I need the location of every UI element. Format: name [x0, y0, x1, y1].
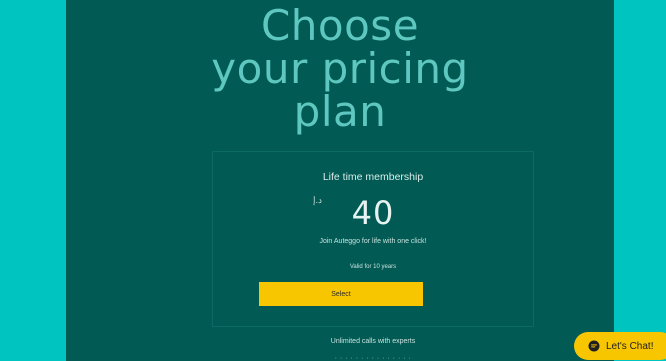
plan-tagline: Join Auteggo for life with one click! [319, 238, 427, 245]
pricing-card: Life time membership د.إ 40 Join Auteggo… [212, 151, 534, 326]
plan-price: 40 [351, 194, 395, 232]
page-title-line-3: plan [293, 87, 387, 136]
page: Choose your pricing plan Life time membe… [0, 0, 666, 361]
select-plan-button[interactable]: Select [259, 282, 423, 306]
lets-chat-button[interactable]: Let's Chat! [574, 332, 666, 360]
card-divider [212, 326, 534, 327]
page-title: Choose your pricing plan [66, 4, 614, 133]
pricing-section: Choose your pricing plan Life time membe… [66, 0, 614, 361]
plan-validity: Valid for 10 years [349, 264, 397, 270]
page-title-line-1: Choose [260, 1, 420, 50]
plan-title: Life time membership [322, 171, 424, 183]
chat-button-label: Let's Chat! [606, 340, 654, 352]
plan-feature: Unlimited calls with experts [330, 338, 416, 345]
left-background-band [0, 0, 66, 361]
chat-bubble-icon [588, 340, 600, 352]
plan-feature: · · · · · · · · · · · · · · · [334, 355, 412, 361]
page-title-line-2: your pricing [211, 44, 469, 93]
right-background-band [614, 0, 666, 361]
